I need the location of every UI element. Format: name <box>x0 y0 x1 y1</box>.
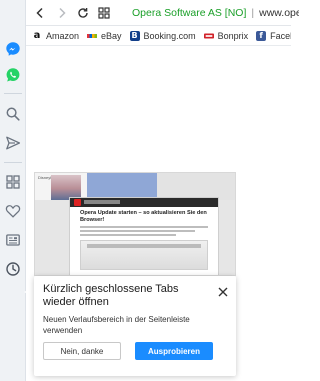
bookmarks-bar: a Amazon eBay B Booking.com Bonprix f Fa… <box>26 26 291 46</box>
bookmark-booking[interactable]: B Booking.com <box>129 30 196 41</box>
try-it-button[interactable]: Ausprobieren <box>135 342 213 360</box>
booking-icon: B <box>129 30 140 41</box>
address-bar[interactable]: Opera Software AS [NO] | www.opera. <box>128 4 299 22</box>
address-separator: | <box>251 7 255 19</box>
bookmark-ebay[interactable]: eBay <box>87 30 122 41</box>
preview-text-line <box>80 234 176 236</box>
forward-button[interactable] <box>54 5 70 21</box>
heart-icon[interactable] <box>4 202 22 220</box>
reload-icon <box>78 8 88 18</box>
back-button[interactable] <box>32 5 48 21</box>
whatsapp-icon[interactable] <box>4 66 22 84</box>
news-icon[interactable] <box>4 231 22 249</box>
preview-text-line <box>80 226 208 228</box>
messenger-icon[interactable] <box>4 40 22 58</box>
sidebar <box>0 0 26 381</box>
preview-screenshot-image <box>80 240 208 270</box>
feature-popup: Kürzlich geschlossene Tabs wieder öffnen… <box>34 276 236 376</box>
popup-title: Kürzlich geschlossene Tabs wieder öffnen <box>43 283 179 308</box>
popup-pointer <box>24 287 34 297</box>
preview-nav <box>84 200 120 204</box>
url-text: www.opera. <box>259 7 299 19</box>
preview-banner-blue <box>87 173 157 200</box>
popup-description: Neuen Verlaufsbereich in der Seitenleist… <box>43 315 190 335</box>
close-icon <box>218 287 228 297</box>
preview-image-bar <box>87 244 201 248</box>
preview-article-title: Opera Update starten – so aktualisieren … <box>80 210 207 223</box>
grid-icon <box>98 7 110 19</box>
ebay-icon <box>87 30 98 41</box>
site-identity: Opera Software AS [NO] <box>132 7 247 19</box>
bookmark-label: Faceboo <box>270 30 291 41</box>
toolbar: Opera Software AS [NO] | www.opera. <box>26 0 299 26</box>
chevron-right-icon <box>59 7 66 19</box>
history-icon[interactable] <box>4 260 22 278</box>
bonprix-icon <box>203 30 214 41</box>
closed-tab-preview: Disneyland Opera Update starten – so akt… <box>34 172 236 276</box>
tab-overview-button[interactable] <box>96 5 112 21</box>
preview-body: Opera Update starten – so aktualisieren … <box>80 210 208 270</box>
bookmark-label: Booking.com <box>143 30 196 41</box>
bookmark-label: Bonprix <box>217 30 249 41</box>
dismiss-button[interactable]: Nein, danke <box>43 342 121 360</box>
facebook-icon: f <box>256 30 267 41</box>
preview-header <box>70 198 218 207</box>
bookmark-amazon[interactable]: a Amazon <box>32 30 80 41</box>
speed-dial-icon[interactable] <box>4 173 22 191</box>
preview-banner-right <box>157 173 235 200</box>
amazon-icon: a <box>32 30 42 41</box>
bookmark-facebook[interactable]: f Faceboo <box>256 30 291 41</box>
reload-button[interactable] <box>75 5 91 21</box>
bookmark-bonprix[interactable]: Bonprix <box>203 30 249 41</box>
send-icon[interactable] <box>4 134 22 152</box>
close-button[interactable] <box>218 284 228 297</box>
bookmark-label: eBay <box>101 30 122 41</box>
search-icon[interactable] <box>4 105 22 123</box>
preview-article: Opera Update starten – so aktualisieren … <box>69 197 219 275</box>
bookmark-label: Amazon <box>46 30 80 41</box>
preview-logo-icon <box>74 199 81 206</box>
chevron-left-icon <box>36 7 43 19</box>
preview-text-line <box>80 230 196 232</box>
